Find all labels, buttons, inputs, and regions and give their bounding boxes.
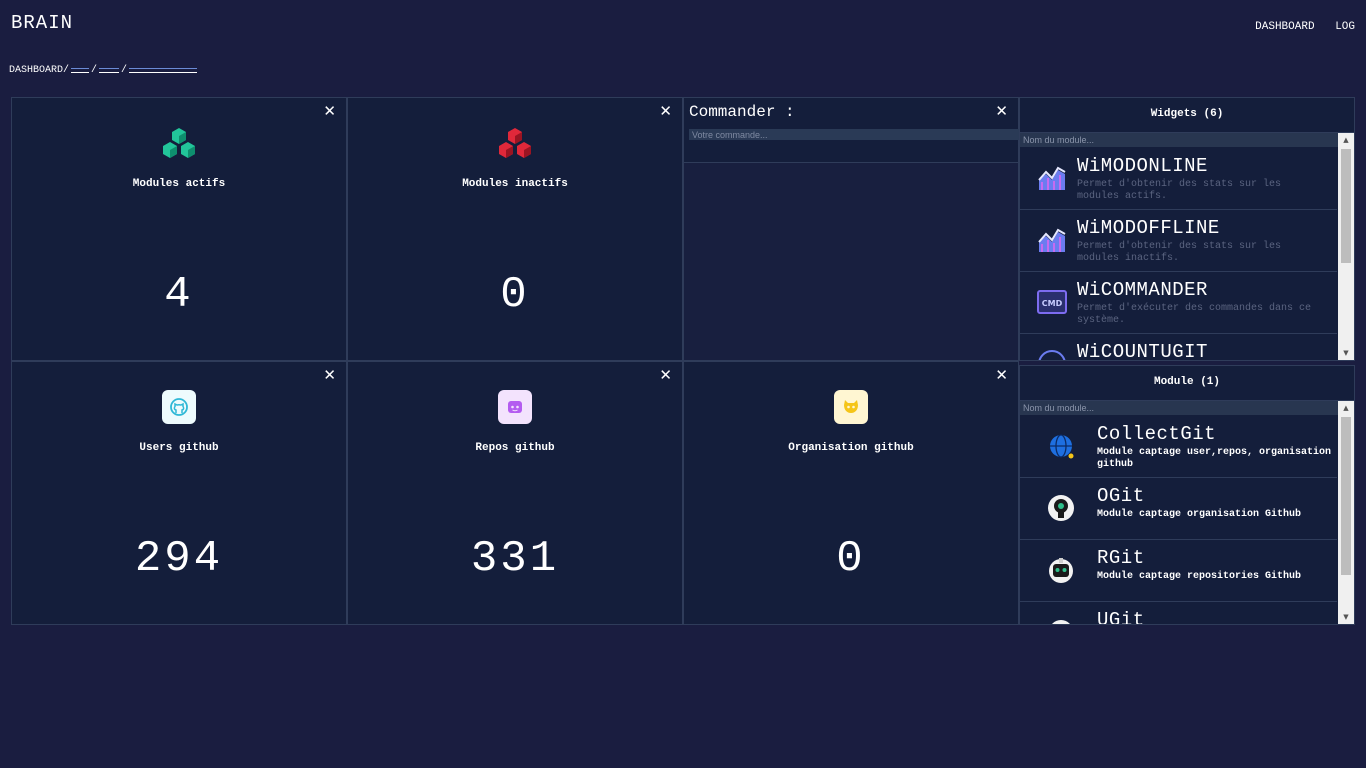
svg-text:CMD: CMD [1042,299,1063,308]
breadcrumb-link[interactable] [129,68,198,73]
scroll-up-icon[interactable]: ▲ [1338,401,1354,415]
widget-list: WiMODONLINE Permet d'obtenir des stats s… [1020,148,1337,360]
close-icon[interactable]: ✕ [659,102,672,120]
list-item[interactable]: OGit Module captage organisation Github [1020,478,1337,540]
close-icon[interactable]: ✕ [995,102,1008,120]
module-list: CollectGit Module captage user,repos, or… [1020,416,1337,624]
scroll-thumb[interactable] [1341,149,1351,263]
stat-card-repos-github: ✕ Repos github 331 [347,361,683,625]
stat-value: 0 [836,534,866,584]
list-item[interactable]: CMD WiCOMMANDER Permet d'exécuter des co… [1020,272,1337,334]
widgets-header: Widgets (6) [1020,98,1354,133]
globe-icon [1050,434,1074,459]
nav-log-link[interactable]: LOG [1335,21,1355,33]
module-name: RGit [1097,547,1145,569]
module-name: UGit [1097,609,1145,624]
user-icon [1052,620,1070,624]
module-name: OGit [1097,485,1145,507]
widget-description: Permet d'obtenir des stats sur les modul… [1077,179,1282,202]
breadcrumb-link[interactable] [71,68,90,73]
stat-title: Modules actifs [132,178,226,190]
stat-value: 0 [500,270,530,320]
widget-name: WiMODOFFLINE [1077,217,1220,239]
stat-title: Organisation github [788,442,914,454]
stat-card-modules-actifs: ✕ Modules actifs 4 [11,97,347,361]
commander-card: Commander : ✕ [683,97,1021,361]
module-name: CollectGit [1097,423,1217,445]
list-item[interactable]: WiCOUNTUGIT [1020,334,1337,360]
module-description: Module captage repositories Github [1097,571,1302,582]
github-repo-icon [498,390,532,424]
scroll-thumb[interactable] [1341,417,1351,575]
breadcrumb-root[interactable]: DASHBOARD/ [9,65,69,76]
close-icon[interactable]: ✕ [995,366,1008,384]
widget-description: Permet d'exécuter des commandes dans ce … [1077,303,1312,326]
widgets-panel: Widgets (6) WiMODONLINE Permet d'obtenir… [1019,97,1355,361]
module-search-input[interactable] [1020,401,1342,415]
stat-title: Users github [139,442,219,454]
commander-title: Commander : [689,103,795,121]
widget-name: WiMODONLINE [1077,155,1208,177]
counter-icon [1038,350,1066,360]
close-icon[interactable]: ✕ [659,366,672,384]
stat-card-modules-inactifs: ✕ Modules inactifs 0 [347,97,683,361]
list-item[interactable]: RGit Module captage repositories Github [1020,540,1337,602]
github-icon [162,390,196,424]
app-title[interactable]: BRAIN [11,12,73,34]
stat-card-users-github: ✕ Users github 294 [11,361,347,625]
scroll-up-icon[interactable]: ▲ [1338,133,1354,147]
list-item[interactable]: CollectGit Module captage user,repos, or… [1020,416,1337,478]
widget-name: WiCOUNTUGIT [1077,341,1208,360]
widget-description: Permet d'obtenir des stats sur les modul… [1077,241,1282,264]
module-scrollbar[interactable]: ▲ ▼ [1338,401,1354,624]
top-nav: DASHBOARD LOG [1241,21,1355,33]
list-item[interactable]: UGit [1020,602,1337,624]
scroll-down-icon[interactable]: ▼ [1338,610,1354,624]
modules-header: Module (1) [1020,366,1354,401]
stat-title: Repos github [475,442,555,454]
github-org-icon [834,390,868,424]
modules-panel: Module (1) CollectGit Module captage use… [1019,365,1355,625]
stat-value: 4 [164,270,194,320]
list-item[interactable]: WiMODONLINE Permet d'obtenir des stats s… [1020,148,1337,210]
modules-active-icon [163,128,195,158]
close-icon[interactable]: ✕ [323,102,336,120]
modules-inactive-icon [499,128,531,158]
octocat-icon [1048,495,1074,521]
robot-icon [1049,558,1073,583]
commander-header: Commander : ✕ [684,98,1021,163]
breadcrumb-separator: / [121,65,128,76]
stat-title: Modules inactifs [462,178,568,190]
breadcrumb: DASHBOARD/ / / [9,65,199,76]
widget-scrollbar[interactable]: ▲ ▼ [1338,133,1354,360]
close-icon[interactable]: ✕ [323,366,336,384]
module-description: Module captage organisation Github [1097,509,1302,520]
module-description: Module captage user,repos, organisation … [1097,447,1332,470]
stat-card-organisation-github: ✕ Organisation github 0 [683,361,1019,625]
command-input[interactable] [689,129,1021,140]
scroll-down-icon[interactable]: ▼ [1338,346,1354,360]
stat-value: 294 [134,534,224,584]
stat-value: 331 [470,534,560,584]
widget-name: WiCOMMANDER [1077,279,1208,301]
list-item[interactable]: WiMODOFFLINE Permet d'obtenir des stats … [1020,210,1337,272]
breadcrumb-link[interactable] [99,68,120,73]
breadcrumb-separator: / [91,65,98,76]
terminal-icon: CMD [1037,290,1067,314]
widget-search-input[interactable] [1020,133,1342,147]
chart-icon [1038,166,1066,190]
chart-icon [1038,228,1066,252]
nav-dashboard-link[interactable]: DASHBOARD [1255,21,1314,33]
